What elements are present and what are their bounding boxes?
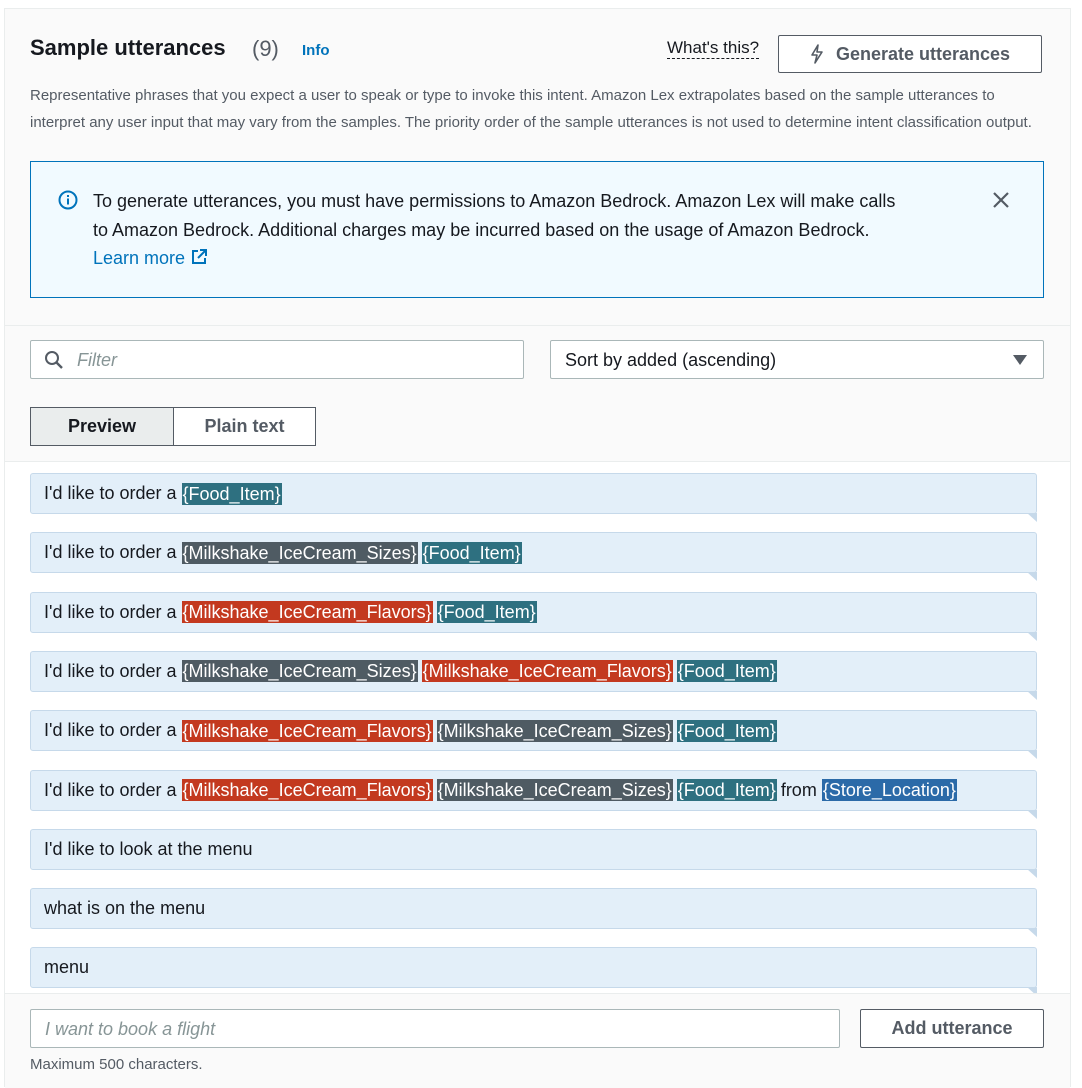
new-utterance-input[interactable]: I want to book a flight xyxy=(30,1009,840,1048)
bedrock-info-alert: To generate utterances, you must have pe… xyxy=(30,161,1044,298)
slot-tag: {Food_Item} xyxy=(436,601,537,624)
utterance-item[interactable]: I'd like to order a {Milkshake_IceCream_S… xyxy=(30,532,1037,582)
utterance-text: I'd like to order a xyxy=(44,660,177,681)
utterance-text: from xyxy=(780,779,817,800)
slot-tag: {Milkshake_IceCream_Flavors} xyxy=(181,601,433,624)
add-utterance-button[interactable]: Add utterance xyxy=(860,1009,1044,1048)
slot-tag: {Store_Location} xyxy=(821,779,957,801)
utterance-text: I'd like to order a xyxy=(44,483,177,503)
lightning-icon xyxy=(811,44,823,64)
section-title: Sample utterances xyxy=(30,35,226,60)
alert-text: To generate utterances, you must have pe… xyxy=(93,191,896,240)
slot-tag: {Milkshake_IceCream_Sizes} xyxy=(181,541,418,564)
divider xyxy=(5,325,1070,326)
utterance-text: I'd like to order a xyxy=(44,542,177,563)
add-utterance-bar: I want to book a flight Add utterance Ma… xyxy=(5,993,1070,1088)
sort-select[interactable]: Sort by added (ascending) xyxy=(550,340,1044,379)
utterance-count: (9) xyxy=(252,36,279,61)
slot-tag: {Milkshake_IceCream_Sizes} xyxy=(181,660,418,683)
close-icon[interactable] xyxy=(991,190,1011,210)
utterance-item[interactable]: I'd like to order a {Milkshake_IceCream_F… xyxy=(30,591,1037,641)
utterance-text: what is on the menu xyxy=(44,898,206,919)
character-limit-hint: Maximum 500 characters. xyxy=(30,1056,203,1073)
alert-message: To generate utterances, you must have pe… xyxy=(93,187,913,273)
filter-input[interactable]: Filter xyxy=(30,340,524,379)
info-circle-icon xyxy=(58,190,78,210)
generate-utterances-button[interactable]: Generate utterances xyxy=(778,35,1042,73)
tab-preview[interactable]: Preview xyxy=(30,407,174,446)
utterance-text: I'd like to order a xyxy=(44,601,177,622)
utterance-item[interactable]: I'd like to look at the menu xyxy=(30,828,1037,878)
external-link-icon xyxy=(192,249,208,264)
learn-more-link[interactable]: Learn more xyxy=(93,248,208,268)
slot-tag: {Food_Item} xyxy=(676,660,777,683)
generate-utterances-label: Generate utterances xyxy=(835,43,1011,64)
slot-tag: {Food_Item} xyxy=(421,541,522,564)
slot-tag: {Milkshake_IceCream_Flavors} xyxy=(181,779,433,801)
whats-this-link[interactable]: What's this? xyxy=(667,38,760,59)
utterance-list: I'd like to order a {Food_Item} I'd like t… xyxy=(5,461,1070,994)
utterance-text: I'd like to order a xyxy=(44,779,177,800)
slot-tag: {Food_Item} xyxy=(676,719,777,742)
learn-more-label: Learn more xyxy=(93,248,186,268)
utterance-text: menu xyxy=(44,957,90,978)
caret-down-icon xyxy=(1013,355,1027,365)
utterance-item[interactable]: I'd like to order a {Milkshake_IceCream_S… xyxy=(30,650,1037,700)
slot-tag: {Milkshake_IceCream_Flavors} xyxy=(181,719,433,742)
filter-placeholder: Filter xyxy=(77,350,117,370)
tab-plain-text[interactable]: Plain text xyxy=(173,407,316,446)
slot-tag: {Milkshake_IceCream_Flavors} xyxy=(421,660,673,683)
slot-tag: {Food_Item} xyxy=(181,482,282,505)
panel-header: Sample utterances (9) Info What's this? … xyxy=(5,9,1070,325)
sort-value: Sort by added (ascending) xyxy=(565,350,777,370)
utterance-item[interactable]: I'd like to order a {Milkshake_IceCream_F… xyxy=(30,769,1037,819)
slot-tag: {Food_Item} xyxy=(676,779,777,801)
utterance-text: I'd like to look at the menu xyxy=(44,838,253,859)
search-icon xyxy=(45,351,63,369)
utterance-item[interactable]: I'd like to order a {Milkshake_IceCream_F… xyxy=(30,710,1037,760)
utterance-placeholder: I want to book a flight xyxy=(45,1019,216,1039)
utterance-item[interactable]: what is on the menu xyxy=(30,888,1037,938)
utterance-text: I'd like to order a xyxy=(44,720,177,741)
utterance-item[interactable]: I'd like to order a {Food_Item} xyxy=(30,473,1037,522)
section-description: Representative phrases that you expect a… xyxy=(30,87,1032,131)
slot-tag: {Milkshake_IceCream_Sizes} xyxy=(436,719,673,742)
utterance-item[interactable]: menu xyxy=(30,947,1037,994)
info-link[interactable]: Info xyxy=(302,42,330,59)
sample-utterances-panel: Sample utterances (9) Info What's this? … xyxy=(4,8,1071,1088)
slot-tag: {Milkshake_IceCream_Sizes} xyxy=(436,779,673,801)
